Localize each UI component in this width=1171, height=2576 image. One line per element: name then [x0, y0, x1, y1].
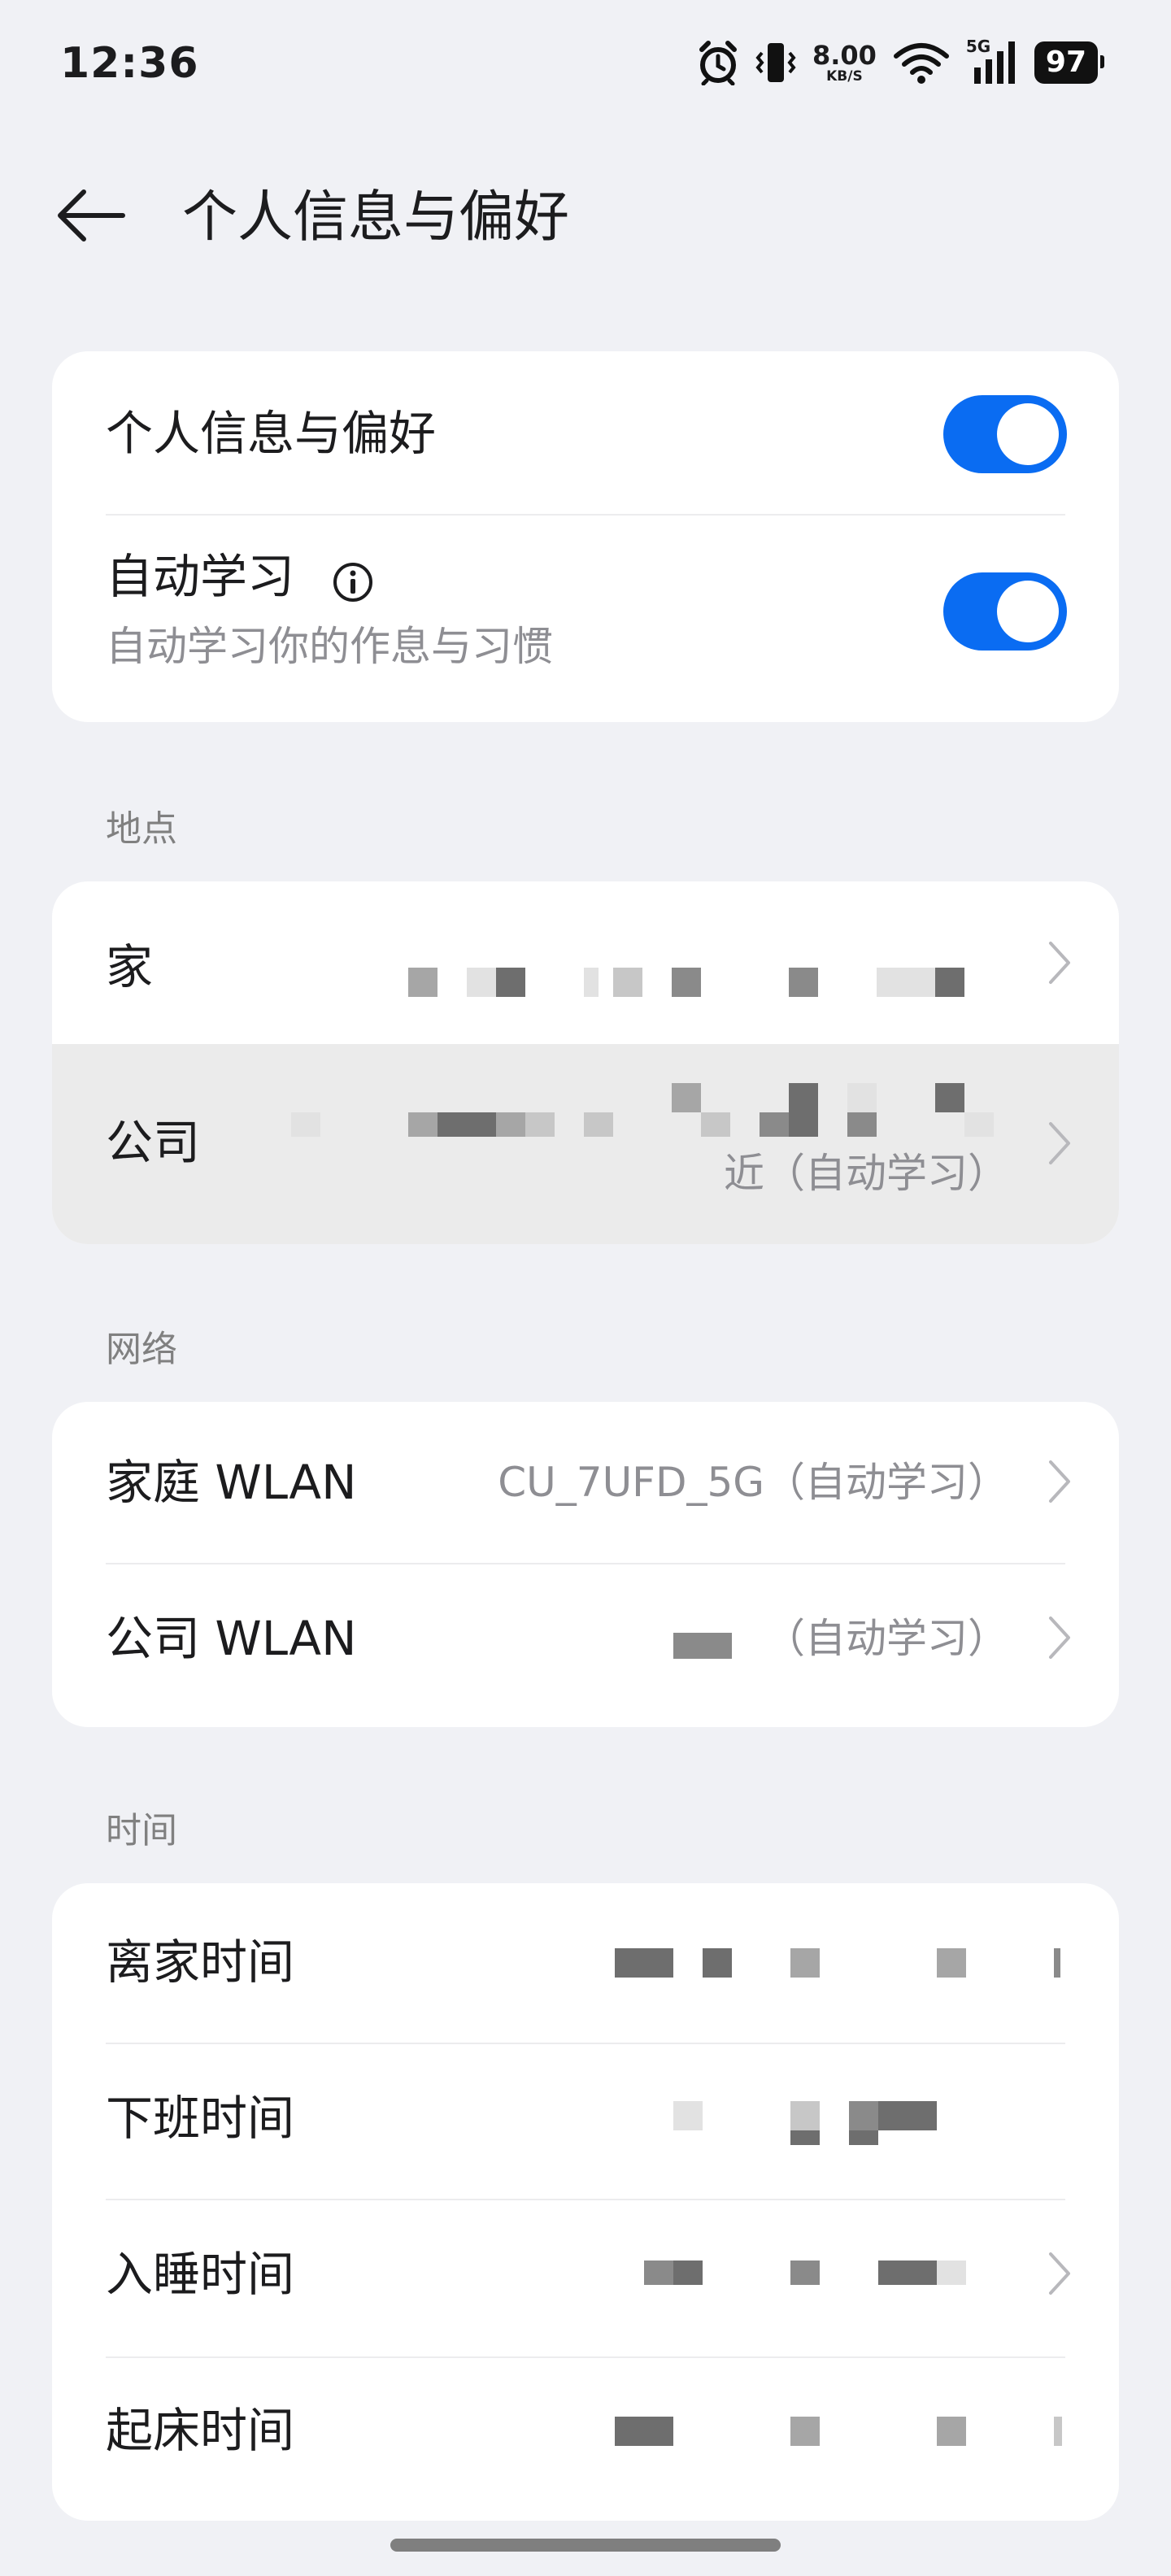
status-icons: 8.00 KB/S 5G 97 — [697, 37, 1105, 88]
status-time: 12:36 — [60, 39, 199, 88]
section-header-network: 网络 — [106, 1329, 177, 1370]
leave-home-time-label: 离家时间 — [106, 1934, 295, 1990]
section-header-time: 时间 — [106, 1810, 177, 1852]
chevron-right-icon — [1043, 1613, 1075, 1662]
signal-icon — [973, 41, 1015, 84]
office-wlan-label: 公司 WLAN — [106, 1611, 357, 1666]
personal-info-row[interactable]: 个人信息与偏好 — [52, 351, 1119, 514]
back-button[interactable] — [52, 181, 130, 250]
leave-home-time-row[interactable]: 离家时间 — [52, 1883, 1119, 2043]
vibrate-icon — [755, 43, 796, 82]
chevron-right-icon — [1043, 2249, 1075, 2298]
auto-learn-toggle[interactable] — [943, 572, 1067, 651]
status-bar: 12:36 8.00 KB/S 5G 97 — [0, 0, 1171, 130]
off-work-time-label: 下班时间 — [106, 2091, 295, 2146]
office-wlan-name-blurred — [673, 1633, 732, 1659]
wake-time-label: 起床时间 — [106, 2403, 295, 2458]
settings-card: 个人信息与偏好 自动学习 自动学习你的作息与习惯 — [52, 351, 1119, 722]
personal-info-toggle[interactable] — [943, 395, 1067, 473]
network-card: 家庭 WLAN CU_7UFD_5G（自动学习） 公司 WLAN （自动学习） — [52, 1402, 1119, 1727]
battery-indicator: 97 — [1034, 41, 1105, 84]
auto-learn-row[interactable]: 自动学习 自动学习你的作息与习惯 — [52, 516, 1119, 722]
cellular-signal: 5G — [966, 37, 1018, 85]
office-location-label: 公司 — [106, 1115, 201, 1170]
office-wlan-row[interactable]: 公司 WLAN （自动学习） — [52, 1564, 1119, 1727]
network-speed: 8.00 KB/S — [812, 42, 877, 84]
off-work-time-row[interactable]: 下班时间 — [52, 2044, 1119, 2199]
home-wlan-label: 家庭 WLAN — [106, 1455, 357, 1510]
wifi-icon — [893, 43, 949, 84]
app-header: 个人信息与偏好 — [0, 163, 1171, 268]
location-card: 家 公司 近（自动学习） — [52, 881, 1119, 1244]
auto-learn-label: 自动学习 — [106, 549, 295, 604]
auto-learn-description: 自动学习你的作息与习惯 — [106, 623, 553, 670]
wake-time-row[interactable]: 起床时间 — [52, 2358, 1119, 2521]
page-title: 个人信息与偏好 — [182, 185, 570, 250]
home-wlan-row[interactable]: 家庭 WLAN CU_7UFD_5G（自动学习） — [52, 1402, 1119, 1563]
back-arrow-icon — [58, 189, 125, 242]
toggle-knob — [997, 403, 1059, 465]
office-wlan-value: （自动学习） — [764, 1615, 1008, 1662]
network-speed-unit: KB/S — [826, 67, 863, 85]
alarm-icon — [699, 41, 737, 85]
chevron-right-icon — [1043, 938, 1075, 987]
office-location-row[interactable]: 公司 近（自动学习） — [52, 1044, 1119, 1244]
toggle-knob — [997, 581, 1059, 642]
office-location-value: 近（自动学习） — [724, 1150, 1008, 1197]
home-location-row[interactable]: 家 — [52, 881, 1119, 1044]
home-indicator[interactable] — [390, 2539, 781, 2552]
home-location-label: 家 — [106, 939, 154, 994]
personal-info-label: 个人信息与偏好 — [106, 406, 437, 461]
section-header-location: 地点 — [106, 808, 177, 850]
sleep-time-row[interactable]: 入睡时间 — [52, 2200, 1119, 2356]
chevron-right-icon — [1043, 1457, 1075, 1506]
time-card: 离家时间 下班时间 入睡时间 起床时间 — [52, 1883, 1119, 2521]
home-wlan-value: CU_7UFD_5G（自动学习） — [498, 1459, 1008, 1506]
network-speed-value: 8.00 — [812, 39, 877, 71]
chevron-right-icon — [1043, 1119, 1075, 1168]
sleep-time-label: 入睡时间 — [106, 2247, 295, 2302]
info-icon[interactable] — [332, 561, 374, 603]
